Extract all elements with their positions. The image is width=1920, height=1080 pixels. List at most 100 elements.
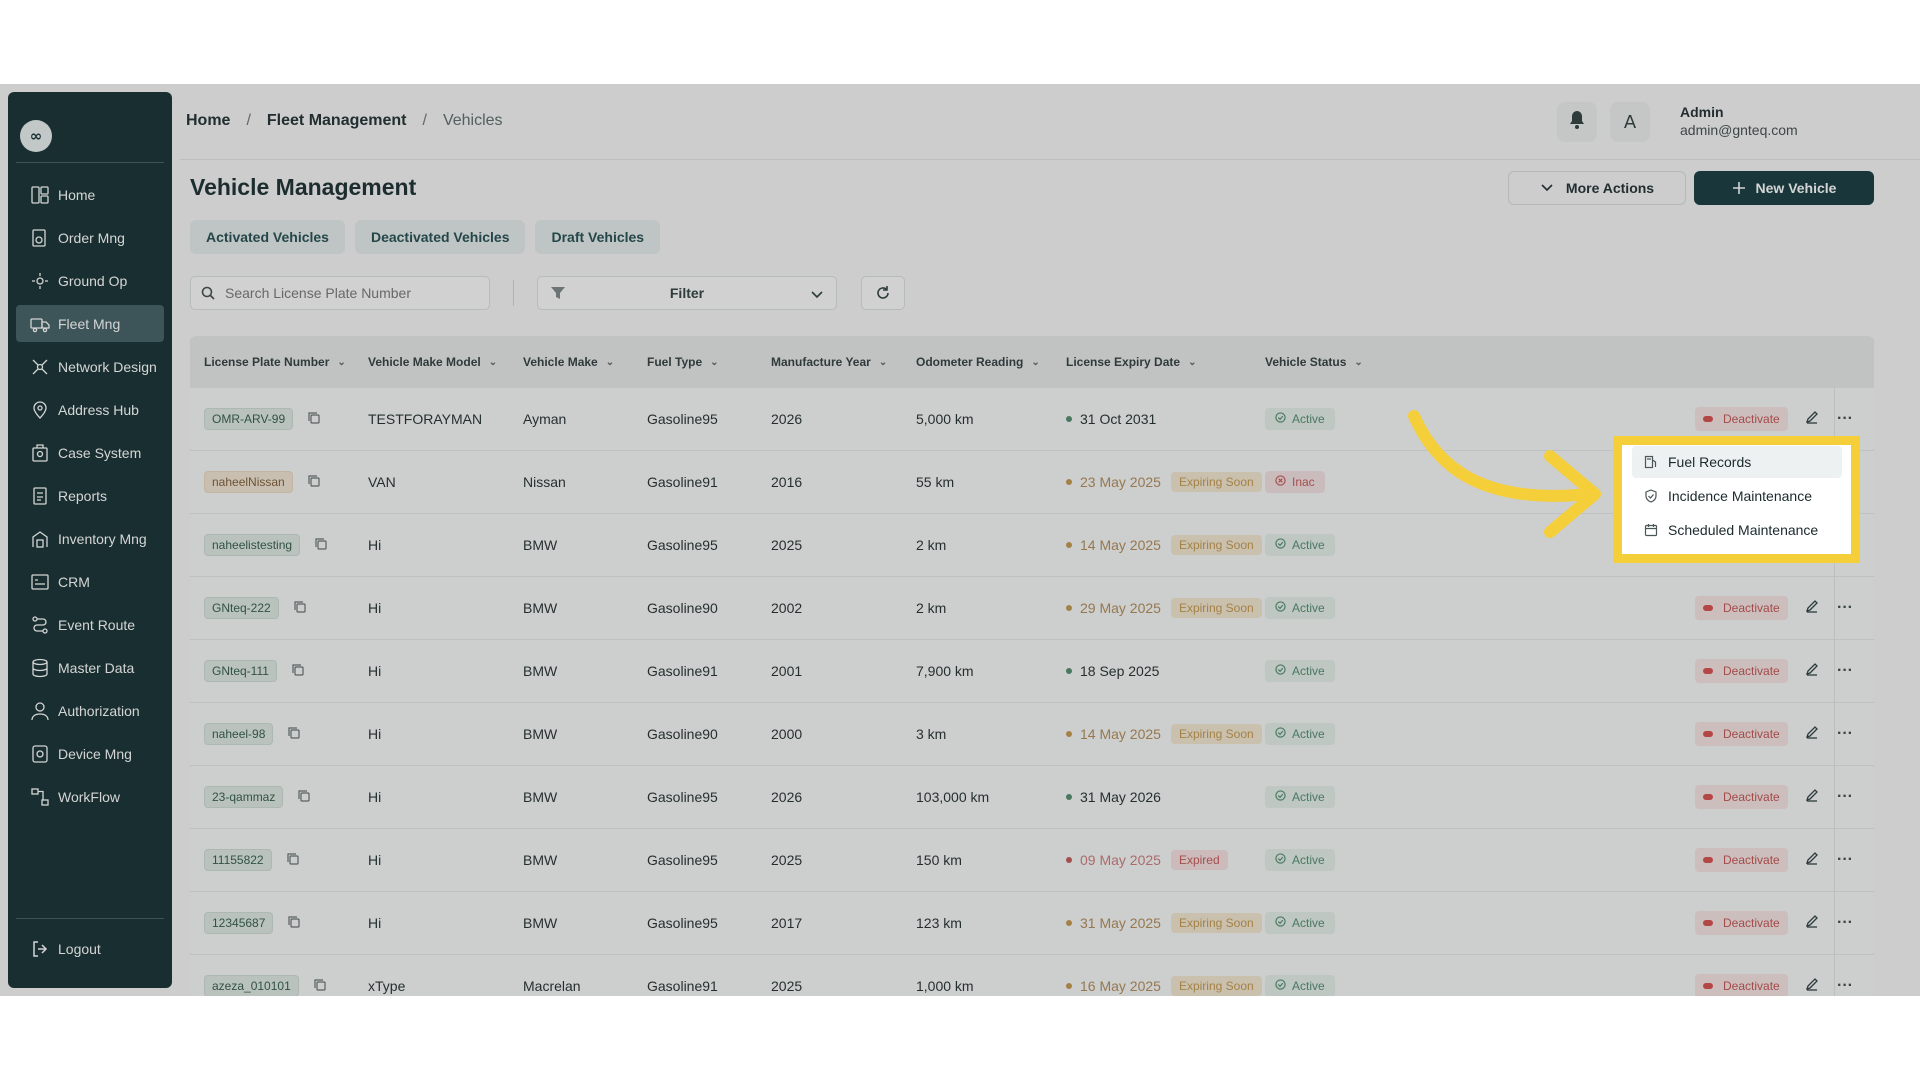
copy-icon[interactable]	[307, 474, 321, 491]
license-expiry-date: 31 Oct 2031	[1080, 411, 1157, 427]
copy-icon[interactable]	[297, 789, 311, 806]
more-options-button[interactable]: ···	[1833, 659, 1857, 683]
tab-activated-vehicles[interactable]: Activated Vehicles	[190, 220, 345, 254]
chevron-down-icon	[810, 287, 824, 303]
column-header-fuel-type[interactable]: Fuel Type ⌄	[647, 336, 719, 388]
edit-button[interactable]	[1801, 408, 1823, 430]
sidebar-item-crm[interactable]: CRM	[16, 563, 164, 600]
sort-chevron-icon: ⌄	[605, 356, 615, 368]
more-options-button[interactable]: ···	[1833, 974, 1857, 996]
toggle-dot-icon	[1703, 731, 1713, 737]
copy-icon[interactable]	[287, 915, 301, 932]
user-menu[interactable]: Admin admin@gnteq.com	[1680, 104, 1798, 138]
odometer-cell: 150 km	[916, 852, 962, 868]
sidebar-item-order-mng[interactable]: Order Mng	[16, 219, 164, 256]
vehicle-model-cell: TESTFORAYMAN	[368, 411, 483, 427]
sidebar-item-workflow[interactable]: WorkFlow	[16, 778, 164, 815]
search-input[interactable]	[225, 285, 465, 301]
copy-icon[interactable]	[307, 411, 321, 428]
more-options-button[interactable]: ···	[1833, 848, 1857, 872]
sidebar-item-event-route[interactable]: Event Route	[16, 606, 164, 643]
deactivate-button[interactable]: Deactivate	[1695, 407, 1788, 431]
license-plate-badge: 11155822	[204, 849, 272, 871]
menu-item-scheduled-maintenance[interactable]: Scheduled Maintenance	[1632, 514, 1842, 546]
filter-dropdown[interactable]: Filter	[537, 276, 837, 310]
manufacture-year-cell: 2002	[771, 600, 803, 616]
deactivate-button[interactable]: Deactivate	[1695, 974, 1788, 996]
edit-button[interactable]	[1801, 660, 1823, 682]
sidebar-item-fleet-mng[interactable]: Fleet Mng	[16, 305, 164, 342]
sidebar-item-ground-op[interactable]: Ground Op	[16, 262, 164, 299]
menu-item-label: Scheduled Maintenance	[1668, 522, 1819, 538]
refresh-button[interactable]	[861, 276, 905, 310]
column-header-label: License Plate Number	[204, 355, 330, 369]
more-options-button[interactable]: ···	[1833, 911, 1857, 935]
copy-icon[interactable]	[314, 537, 328, 554]
sort-chevron-icon: ⌄	[1188, 356, 1197, 368]
pencil-icon	[1805, 410, 1819, 429]
copy-icon[interactable]	[313, 978, 327, 995]
column-header-vehicle-make[interactable]: Vehicle Make ⌄	[523, 336, 614, 388]
pencil-icon	[1805, 662, 1819, 681]
edit-button[interactable]	[1801, 975, 1823, 996]
deactivate-button[interactable]: Deactivate	[1695, 722, 1788, 746]
copy-icon[interactable]	[293, 600, 307, 617]
sidebar-item-reports[interactable]: Reports	[16, 477, 164, 514]
edit-button[interactable]	[1801, 786, 1823, 808]
sidebar-item-label: Device Mng	[58, 745, 132, 762]
sidebar-item-home[interactable]: Home	[16, 176, 164, 213]
column-header-vehicle-status[interactable]: Vehicle Status ⌄	[1265, 336, 1363, 388]
column-header-vehicle-make-model[interactable]: Vehicle Make Model ⌄	[368, 336, 497, 388]
deactivate-button[interactable]: Deactivate	[1695, 785, 1788, 809]
edit-button[interactable]	[1801, 597, 1823, 619]
sidebar-item-label: WorkFlow	[58, 788, 120, 805]
sidebar-item-label: Order Mng	[58, 229, 125, 246]
deactivate-button[interactable]: Deactivate	[1695, 911, 1788, 935]
vehicle-model-cell: Hi	[368, 537, 382, 553]
notifications-button[interactable]	[1557, 102, 1597, 142]
translate-icon: A	[1623, 111, 1637, 133]
more-options-button[interactable]: ···	[1833, 596, 1857, 620]
license-expiry-date: 31 May 2025	[1080, 915, 1161, 931]
sidebar-item-case-system[interactable]: Case System	[16, 434, 164, 471]
sidebar-item-address-hub[interactable]: Address Hub	[16, 391, 164, 428]
edit-button[interactable]	[1801, 723, 1823, 745]
app-logo[interactable]: ∞	[20, 120, 52, 152]
odometer-cell: 7,900 km	[916, 663, 974, 679]
more-options-button[interactable]: ···	[1833, 407, 1857, 431]
tab-draft-vehicles[interactable]: Draft Vehicles	[535, 220, 661, 254]
copy-icon[interactable]	[287, 726, 301, 743]
ellipsis-icon: ···	[1837, 599, 1853, 616]
deactivate-button[interactable]: Deactivate	[1695, 596, 1788, 620]
column-header-license-expiry-date[interactable]: License Expiry Date ⌄	[1066, 336, 1196, 388]
column-header-manufacture-year[interactable]: Manufacture Year ⌄	[771, 336, 887, 388]
edit-button[interactable]	[1801, 849, 1823, 871]
status-label: Active	[1292, 538, 1325, 552]
more-options-button[interactable]: ···	[1833, 722, 1857, 746]
fuel-type-cell: Gasoline95	[647, 537, 718, 553]
more-options-button[interactable]: ···	[1833, 785, 1857, 809]
tab-deactivated-vehicles[interactable]: Deactivated Vehicles	[354, 220, 526, 254]
more-actions-button[interactable]: More Actions	[1508, 171, 1686, 205]
copy-icon[interactable]	[286, 852, 300, 869]
language-button[interactable]: A	[1610, 102, 1650, 142]
sidebar-item-device-mng[interactable]: Device Mng	[16, 735, 164, 772]
deactivate-button[interactable]: Deactivate	[1695, 659, 1788, 683]
sidebar-item-master-data[interactable]: Master Data	[16, 649, 164, 686]
column-header-license-plate-number[interactable]: License Plate Number ⌄	[204, 336, 346, 388]
new-vehicle-button[interactable]: New Vehicle	[1694, 171, 1874, 205]
logout-button[interactable]: Logout	[30, 939, 101, 959]
menu-item-fuel-records[interactable]: Fuel Records	[1632, 446, 1842, 478]
column-header-odometer-reading[interactable]: Odometer Reading ⌄	[916, 336, 1040, 388]
menu-item-incidence-maintenance[interactable]: Incidence Maintenance	[1632, 480, 1842, 512]
edit-button[interactable]	[1801, 912, 1823, 934]
sidebar-item-network-design[interactable]: Network Design	[16, 348, 164, 385]
copy-icon[interactable]	[291, 663, 305, 680]
breadcrumb-fleet-management[interactable]: Fleet Management	[267, 112, 407, 130]
vehicle-tabs: Activated Vehicles Deactivated Vehicles …	[190, 220, 670, 254]
breadcrumb-home[interactable]: Home	[186, 112, 230, 130]
sidebar-item-inventory-mng[interactable]: Inventory Mng	[16, 520, 164, 557]
status-label: Active	[1292, 979, 1325, 993]
deactivate-button[interactable]: Deactivate	[1695, 848, 1788, 872]
sidebar-item-authorization[interactable]: Authorization	[16, 692, 164, 729]
